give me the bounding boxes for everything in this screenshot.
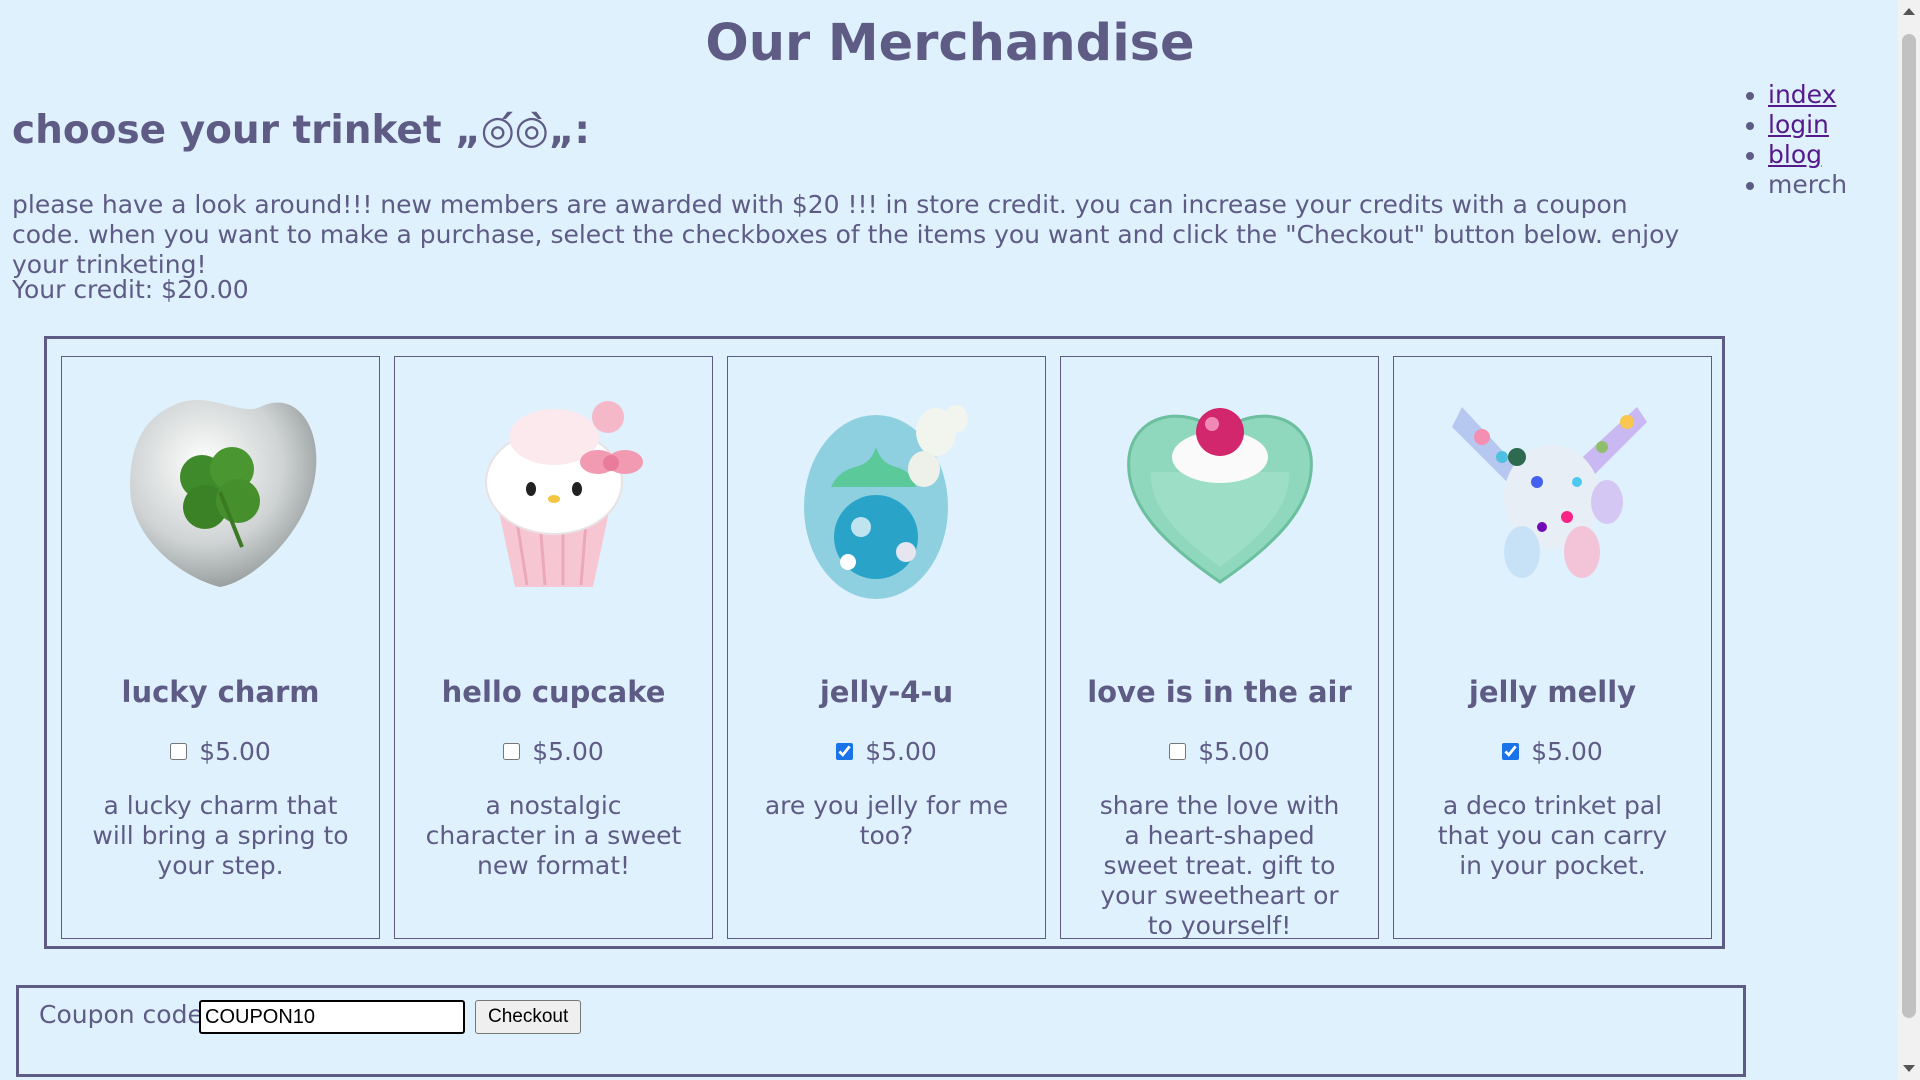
product-title: jelly melly [1468,675,1637,709]
nav-item-index: index [1768,80,1847,110]
kitty-cupcake-charm-image [443,377,665,599]
product-select-checkbox[interactable] [503,743,521,760]
product-description: a lucky charm that will bring a spring t… [92,791,349,880]
nav-item-merch: merch [1768,170,1847,200]
site-nav: index login blog merch [1748,80,1847,200]
scroll-down-arrow-icon[interactable] [1903,1065,1915,1072]
product-price: $5.00 [532,737,604,766]
product-description: a nostalgic character in a sweet new for… [425,791,682,880]
product-card-jelly-melly: jelly melly $5.00 a deco trinket pal tha… [1393,356,1712,939]
product-title: jelly-4-u [819,675,954,709]
scroll-up-arrow-icon[interactable] [1903,8,1915,15]
jelly-egg-charm-image [776,377,998,599]
nav-item-login: login [1768,110,1847,140]
product-price-row: $5.00 [62,737,379,766]
product-card-jelly-4-u: jelly-4-u $5.00 are you jelly for me too… [727,356,1046,939]
coupon-label: Coupon code: [39,1000,212,1029]
credit-line: Your credit: $20.00 [12,275,249,304]
product-description: a deco trinket pal that you can carry in… [1437,791,1668,880]
product-price-row: $5.00 [1394,737,1711,766]
product-title: lucky charm [121,675,320,709]
section-subtitle: choose your trinket „◎́◎̀„: [12,108,590,153]
product-grid: lucky charm $5.00 a lucky charm that wil… [44,336,1725,949]
clover-heart-charm-image [110,377,332,599]
product-price-row: $5.00 [395,737,712,766]
product-description: are you jelly for me too? [764,791,1009,850]
vertical-scrollbar[interactable] [1898,0,1920,1080]
product-card-lucky-charm: lucky charm $5.00 a lucky charm that wil… [61,356,380,939]
nav-item-blog: blog [1768,140,1847,170]
nav-current-merch: merch [1768,170,1848,199]
scrollbar-thumb[interactable] [1902,34,1916,1018]
product-card-hello-cupcake: hello cupcake $5.00 a nostalgic characte… [394,356,713,939]
product-price: $5.00 [199,737,271,766]
product-select-checkbox[interactable] [1169,743,1187,760]
heart-cake-charm-image [1109,377,1331,599]
credit-label: Your credit: [12,275,154,304]
product-price: $5.00 [1531,737,1603,766]
product-select-checkbox[interactable] [836,743,854,760]
checkout-button[interactable]: Checkout [475,1000,582,1034]
product-price: $5.00 [1198,737,1270,766]
product-price-row: $5.00 [1061,737,1378,766]
product-select-checkbox[interactable] [170,743,188,760]
product-title: love is in the air [1087,675,1352,709]
nav-link-index[interactable]: index [1768,80,1836,109]
product-title: hello cupcake [441,675,666,709]
nav-link-blog[interactable]: blog [1768,140,1822,169]
product-price-row: $5.00 [728,737,1045,766]
coupon-code-input[interactable] [199,1000,465,1034]
product-card-love-is-in-the-air: love is in the air $5.00 share the love … [1060,356,1379,940]
product-price: $5.00 [865,737,937,766]
intro-text: please have a look around!!! new members… [12,190,1680,279]
product-select-checkbox[interactable] [1502,743,1520,760]
product-description: share the love with a heart-shaped sweet… [1099,791,1340,940]
credit-value: $20.00 [161,275,249,304]
deco-bunny-charm-image [1442,377,1664,599]
page-title: Our Merchandise [705,14,1195,73]
coupon-form: Coupon code: Checkout [16,985,1746,1077]
nav-link-login[interactable]: login [1768,110,1829,139]
